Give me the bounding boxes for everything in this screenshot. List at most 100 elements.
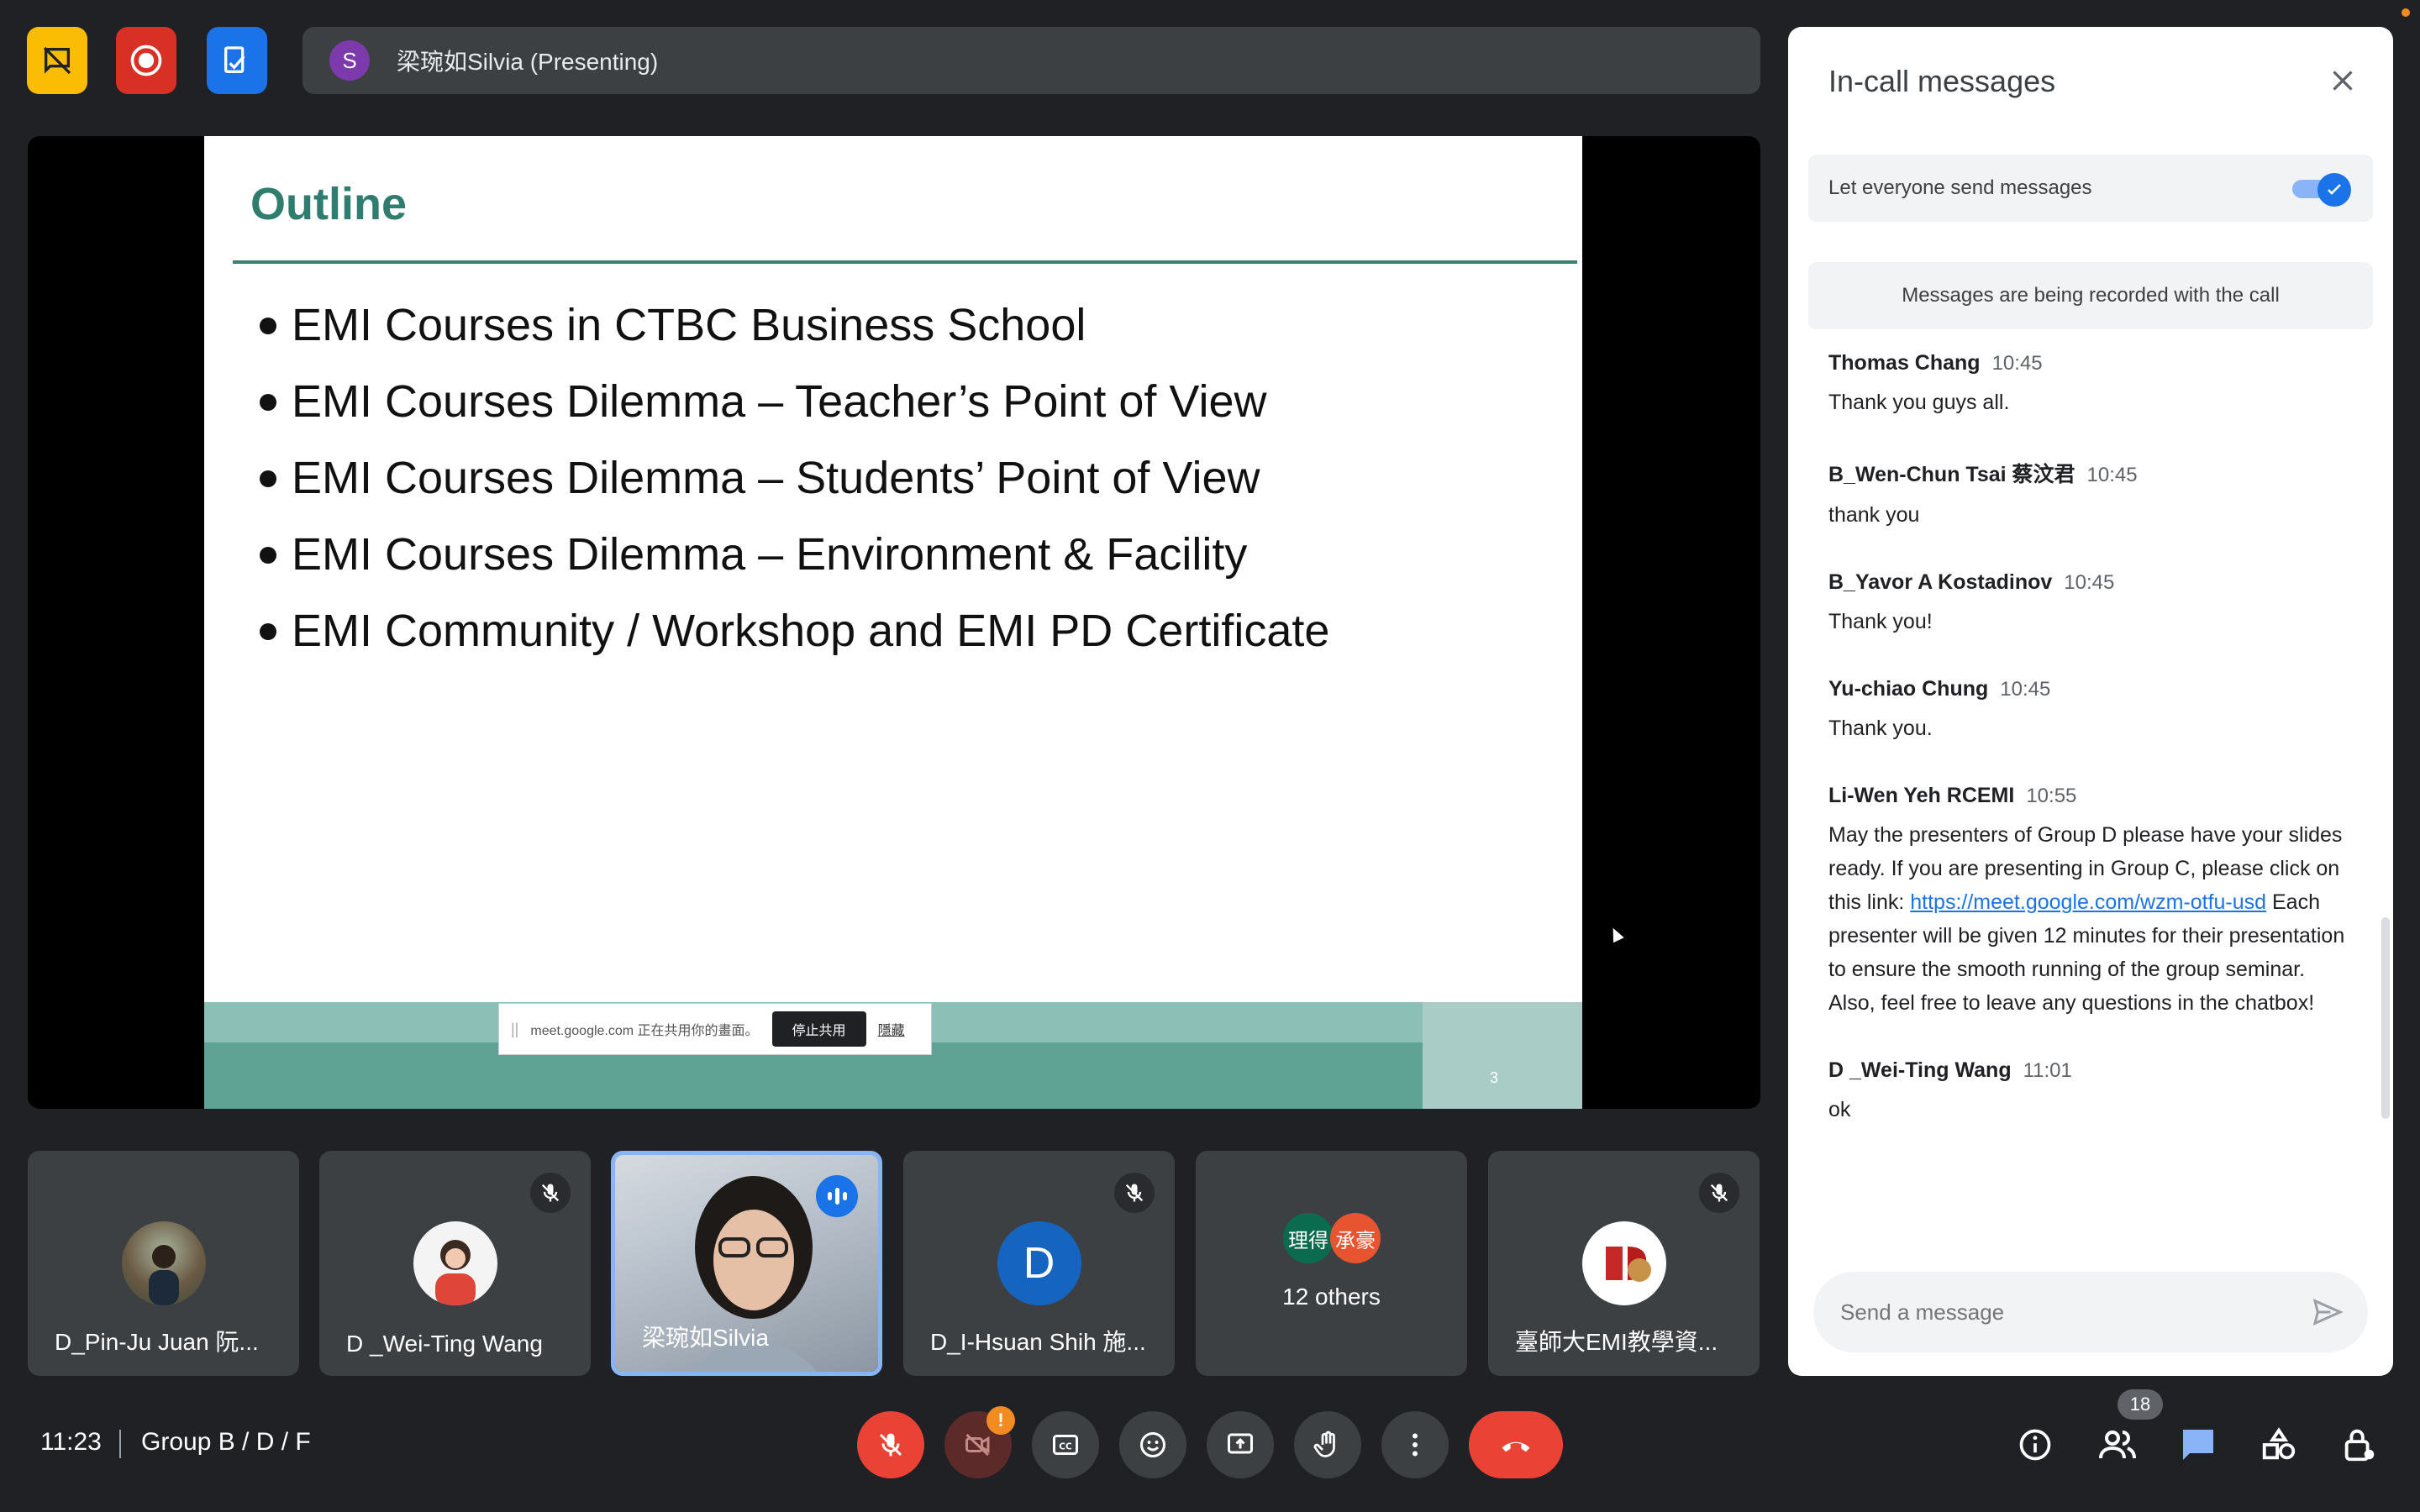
presenter-avatar: S bbox=[329, 40, 370, 81]
bottom-divider bbox=[119, 1430, 121, 1458]
mic-off-indicator bbox=[1114, 1173, 1155, 1213]
message-input[interactable] bbox=[1840, 1299, 2277, 1326]
send-icon bbox=[2312, 1299, 2344, 1326]
participant-tile-speaking[interactable]: 梁琬如Silvia bbox=[611, 1151, 882, 1376]
message-text: ok bbox=[1828, 1098, 1851, 1121]
close-icon bbox=[2333, 71, 2353, 91]
recording-notice: Messages are being recorded with the cal… bbox=[1808, 262, 2373, 329]
emoji-reaction-button[interactable] bbox=[1119, 1411, 1186, 1478]
leave-call-button[interactable] bbox=[1469, 1411, 1563, 1478]
message-text: Thank you guys all. bbox=[1828, 391, 2010, 414]
drag-handle-icon[interactable]: || bbox=[511, 1021, 518, 1038]
presenting-doc-button[interactable] bbox=[207, 27, 267, 94]
mic-toggle-button[interactable] bbox=[857, 1411, 924, 1478]
panel-title: In-call messages bbox=[1828, 64, 2056, 98]
no-chat-button[interactable] bbox=[27, 27, 87, 94]
message-text: Thank you! bbox=[1828, 610, 1933, 633]
present-screen-icon bbox=[1228, 1433, 1253, 1454]
message-text: thank you bbox=[1828, 503, 1920, 527]
send-messages-toggle[interactable] bbox=[2292, 173, 2351, 207]
avatar bbox=[121, 1221, 206, 1305]
organization-logo-icon bbox=[1585, 1225, 1663, 1302]
send-message-button[interactable] bbox=[2307, 1292, 2348, 1332]
slide-page-number: 3 bbox=[1489, 1069, 1498, 1086]
message-text: Thank you. bbox=[1828, 717, 1933, 740]
participant-name: D_I-Hsuan Shih 施... bbox=[930, 1329, 1146, 1355]
raise-hand-button[interactable] bbox=[1294, 1411, 1361, 1478]
chat-icon bbox=[2183, 1430, 2213, 1460]
message-sender: B_Yavor A Kostadinov bbox=[1828, 570, 2053, 594]
meeting-info-button[interactable] bbox=[2012, 1421, 2059, 1468]
svg-text:CC: CC bbox=[1059, 1441, 1072, 1452]
message-scrollbar[interactable] bbox=[2381, 917, 2390, 1119]
check-icon bbox=[2328, 184, 2341, 195]
avatar bbox=[1581, 1221, 1666, 1305]
slide-bullet-text: EMI Courses Dilemma – Teacher’s Point of… bbox=[292, 376, 1267, 427]
activities-icon bbox=[2262, 1427, 2296, 1460]
slide-bullet-text: EMI Courses Dilemma – Environment & Faci… bbox=[292, 529, 1248, 580]
people-button[interactable] bbox=[2094, 1421, 2141, 1468]
avatar: 承豪 bbox=[1330, 1213, 1381, 1263]
activities-button[interactable] bbox=[2255, 1421, 2302, 1468]
bullet-dot-icon bbox=[260, 317, 276, 334]
toggle-knob bbox=[2317, 173, 2351, 207]
slide-bullet-text: EMI Courses in CTBC Business School bbox=[292, 300, 1086, 350]
warning-badge-icon: ! bbox=[986, 1406, 1015, 1435]
bullet-dot-icon bbox=[260, 622, 276, 640]
participant-tile[interactable]: D _Wei-Ting Wang bbox=[319, 1151, 591, 1376]
people-icon bbox=[2099, 1431, 2136, 1459]
participant-tile[interactable]: D D_I-Hsuan Shih 施... bbox=[903, 1151, 1175, 1376]
chat-message: Thomas Chang 10:45 Thank you guys all. bbox=[1828, 351, 2349, 419]
chat-button[interactable] bbox=[2175, 1421, 2222, 1468]
slide-bullet: EMI Courses Dilemma – Teacher’s Point of… bbox=[260, 364, 1329, 440]
meeting-link[interactable]: https://meet.google.com/wzm-otfu-usd bbox=[1910, 890, 2266, 914]
person-photo-icon bbox=[148, 1245, 179, 1305]
stop-sharing-button[interactable]: 停止共用 bbox=[771, 1011, 866, 1047]
slide-footer-corner bbox=[1423, 1002, 1582, 1109]
bullet-dot-icon bbox=[260, 470, 276, 487]
mic-off-icon bbox=[1125, 1184, 1144, 1202]
message-list: Thomas Chang 10:45 Thank you guys all. B_… bbox=[1828, 351, 2349, 1165]
more-options-button[interactable] bbox=[1381, 1411, 1449, 1478]
slide-bullet-text: EMI Community / Workshop and EMI PD Cert… bbox=[292, 606, 1330, 656]
message-sender: Thomas Chang bbox=[1828, 351, 1981, 375]
chat-message: Li-Wen Yeh RCEMI 10:55 May the presenters… bbox=[1828, 784, 2349, 1020]
participant-name: 梁琬如Silvia bbox=[642, 1325, 769, 1351]
avatar bbox=[413, 1221, 497, 1305]
participant-tile[interactable]: D_Pin-Ju Juan 阮... bbox=[28, 1151, 299, 1376]
mic-off-icon bbox=[1710, 1184, 1728, 1202]
avatar: D bbox=[997, 1221, 1081, 1305]
hide-banner-link[interactable]: 隱藏 bbox=[878, 1019, 905, 1039]
slide-divider bbox=[233, 260, 1577, 264]
participant-name: 臺師大EMI教學資... bbox=[1515, 1329, 1718, 1355]
host-controls-icon bbox=[2344, 1429, 2375, 1462]
participant-tile[interactable]: 臺師大EMI教學資... bbox=[1488, 1151, 1760, 1376]
captions-icon: CC bbox=[1053, 1435, 1078, 1455]
message-time: 11:01 bbox=[2023, 1059, 2072, 1082]
more-icon bbox=[1413, 1433, 1418, 1457]
others-tile[interactable]: 理得 承豪 12 others bbox=[1196, 1151, 1467, 1376]
presentation-slide: Outline EMI Courses in CTBC Business Sch… bbox=[204, 136, 1582, 1109]
message-time: 10:45 bbox=[2000, 678, 2051, 701]
speaking-indicator-icon bbox=[816, 1175, 858, 1217]
camera-toggle-button[interactable]: ! bbox=[944, 1406, 1015, 1478]
meeting-name: Group B / D / F bbox=[141, 1428, 311, 1456]
presenter-bar[interactable]: S 梁琬如Silvia (Presenting) bbox=[302, 27, 1760, 94]
close-panel-button[interactable] bbox=[2323, 60, 2363, 101]
slide-bullet: EMI Courses in CTBC Business School bbox=[260, 287, 1329, 364]
recording-button[interactable] bbox=[116, 27, 176, 94]
mouse-cursor-icon bbox=[1607, 925, 1624, 943]
message-sender: Li-Wen Yeh RCEMI bbox=[1828, 784, 2015, 807]
present-now-button[interactable] bbox=[1207, 1411, 1274, 1478]
mic-off-indicator bbox=[530, 1173, 571, 1213]
meeting-clock: 11:23 bbox=[40, 1428, 102, 1456]
slide-bullet: EMI Courses Dilemma – Students’ Point of… bbox=[260, 440, 1329, 517]
no-chat-icon bbox=[43, 46, 71, 75]
slide-bullet-text: EMI Courses Dilemma – Students’ Point of… bbox=[292, 453, 1260, 503]
participant-name: D _Wei-Ting Wang bbox=[346, 1331, 543, 1357]
chat-message: B_Wen-Chun Tsai 蔡汶君 10:45 thank you bbox=[1828, 458, 2349, 532]
message-time: 10:45 bbox=[2086, 464, 2138, 486]
host-controls-button[interactable] bbox=[2336, 1421, 2383, 1468]
presenter-label: 梁琬如Silvia (Presenting) bbox=[397, 49, 659, 75]
captions-button[interactable]: CC bbox=[1032, 1411, 1099, 1478]
